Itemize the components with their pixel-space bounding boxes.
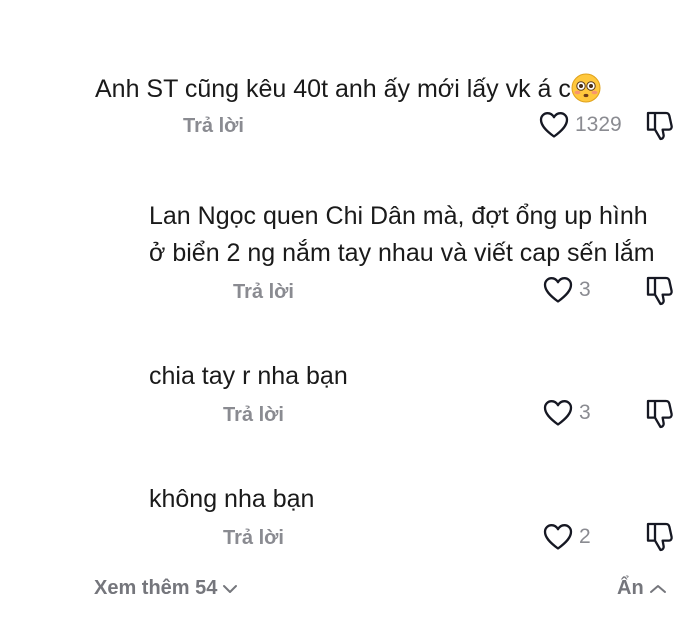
thumbs-down-outline-icon — [645, 521, 675, 553]
reply-button[interactable]: Trả lời — [233, 281, 294, 304]
comment-body: Anh ST cũng kêu 40t anh ấy mới lấy vk á … — [95, 75, 571, 103]
comment-text: chia tay r nha bạn — [149, 362, 348, 390]
chevron-up-icon — [649, 583, 667, 595]
hide-label: Ẩn — [617, 577, 644, 599]
view-more-replies-button[interactable]: Xem thêm 54 — [94, 577, 238, 600]
comment-text: Anh ST cũng kêu 40t anh ấy mới lấy vk á … — [95, 71, 601, 113]
hide-replies-button[interactable]: Ẩn — [617, 577, 667, 600]
thumbs-down-outline-icon — [645, 398, 675, 430]
reply-button[interactable]: Trả lời — [223, 527, 284, 550]
flushed-face-emoji-icon — [571, 73, 601, 113]
reply-button[interactable]: Trả lời — [223, 404, 284, 427]
like-count: 3 — [579, 278, 591, 301]
view-more-label: Xem thêm 54 — [94, 577, 218, 599]
reply-button[interactable]: Trả lời — [183, 115, 244, 138]
heart-outline-icon — [543, 276, 573, 304]
dislike-button[interactable] — [645, 398, 675, 430]
like-button[interactable]: 2 — [543, 523, 591, 551]
like-button[interactable]: 3 — [543, 276, 591, 304]
dislike-button[interactable] — [645, 275, 675, 307]
dislike-button[interactable] — [645, 110, 675, 142]
comment-text-line-1: Lan Ngọc quen Chi Dân mà, đợt ổng up hìn… — [149, 202, 648, 230]
chevron-down-icon — [222, 583, 238, 595]
like-count: 2 — [579, 525, 591, 548]
thumbs-down-outline-icon — [645, 275, 675, 307]
heart-outline-icon — [543, 399, 573, 427]
dislike-button[interactable] — [645, 521, 675, 553]
like-count: 1329 — [575, 113, 622, 136]
heart-outline-icon — [539, 111, 569, 139]
comment-text-line-2: ở biển 2 ng nắm tay nhau và viết cap sến… — [149, 239, 655, 267]
like-button[interactable]: 3 — [543, 399, 591, 427]
heart-outline-icon — [543, 523, 573, 551]
like-count: 3 — [579, 401, 591, 424]
comment-text: không nha bạn — [149, 485, 315, 513]
thumbs-down-outline-icon — [645, 110, 675, 142]
like-button[interactable]: 1329 — [539, 111, 622, 139]
